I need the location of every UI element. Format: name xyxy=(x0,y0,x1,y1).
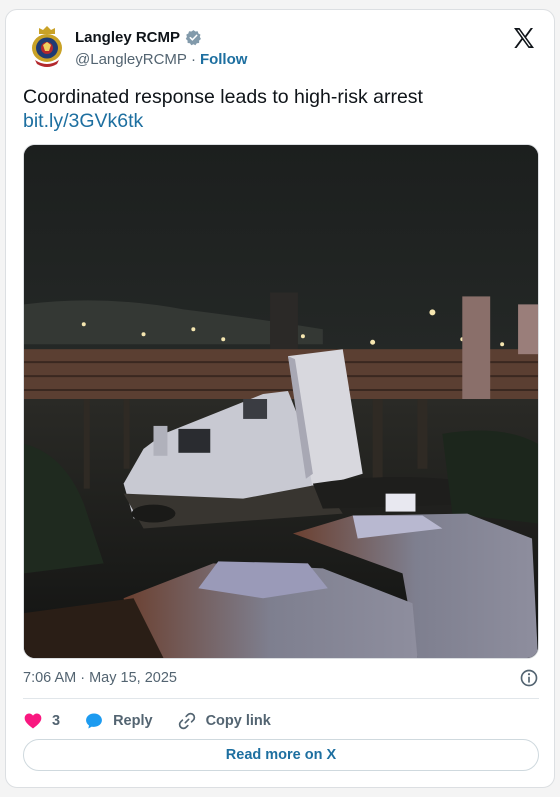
handle-row: @LangleyRCMP · Follow xyxy=(75,51,247,68)
copy-link-button[interactable]: Copy link xyxy=(177,711,271,731)
like-count: 3 xyxy=(52,713,61,729)
timestamp-row: 7:06 AM · May 15, 2025 xyxy=(23,668,539,688)
copy-link-label: Copy link xyxy=(205,713,271,729)
read-more-button[interactable]: Read more on X xyxy=(23,739,539,771)
post-text-block: Coordinated response leads to high-risk … xyxy=(23,85,533,133)
embedded-post-card: Langley RCMP @LangleyRCMP · Follow Coord… xyxy=(5,9,555,788)
separator: · xyxy=(190,51,196,68)
link-icon xyxy=(177,711,197,731)
post-text: Coordinated response leads to high-risk … xyxy=(23,86,423,108)
action-bar: 3 Reply Copy link xyxy=(23,706,295,736)
post-link[interactable]: bit.ly/3GVk6tk xyxy=(23,109,533,133)
photo-semi-truck-in-water xyxy=(24,145,538,658)
heart-icon xyxy=(23,711,43,731)
reply-label: Reply xyxy=(113,713,153,729)
reply-icon xyxy=(84,711,104,731)
display-name[interactable]: Langley RCMP xyxy=(75,29,180,46)
divider xyxy=(23,698,539,699)
verified-icon xyxy=(185,29,202,46)
info-icon[interactable] xyxy=(519,668,539,688)
handle[interactable]: @LangleyRCMP xyxy=(75,51,187,68)
like-button[interactable]: 3 xyxy=(23,711,60,731)
post-timestamp[interactable]: 7:06 AM · May 15, 2025 xyxy=(23,670,177,686)
reply-button[interactable]: Reply xyxy=(84,711,153,731)
post-photo[interactable] xyxy=(23,144,539,659)
post-header: Langley RCMP @LangleyRCMP · Follow xyxy=(6,10,554,82)
x-logo-icon[interactable] xyxy=(512,26,536,50)
name-row: Langley RCMP xyxy=(75,29,202,46)
rcmp-badge-icon[interactable] xyxy=(28,24,66,68)
follow-button[interactable]: Follow xyxy=(200,51,248,68)
